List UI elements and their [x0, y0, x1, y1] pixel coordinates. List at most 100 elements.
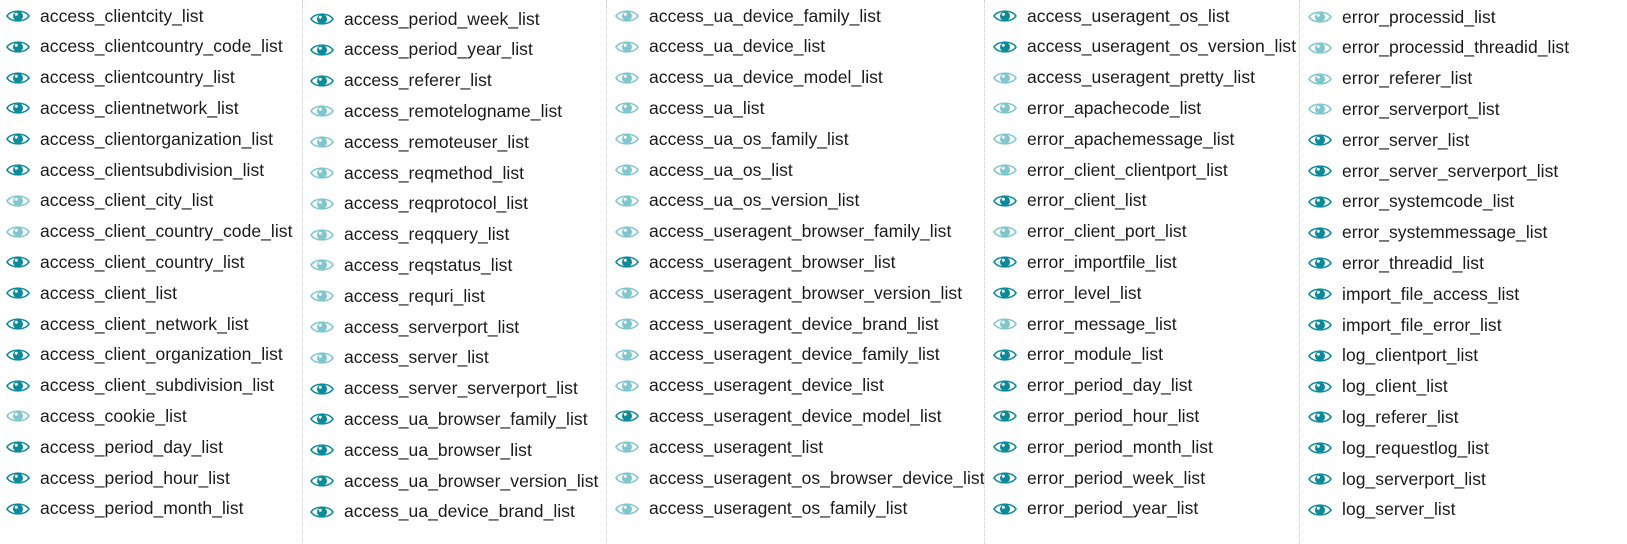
list-item[interactable]: access_ua_list [609, 94, 764, 122]
list-item-label: access_period_year_list [344, 39, 533, 60]
list-item[interactable]: access_server_serverport_list [304, 375, 578, 403]
list-item[interactable]: import_file_error_list [1302, 311, 1502, 339]
list-item[interactable]: access_period_day_list [0, 433, 223, 461]
list-item[interactable]: access_cookie_list [0, 402, 187, 430]
list-item[interactable]: log_requestlog_list [1302, 434, 1489, 462]
eye-icon [615, 164, 639, 176]
list-item[interactable]: error_client_clientport_list [987, 156, 1228, 184]
list-item[interactable]: access_client_list [0, 279, 177, 307]
list-item[interactable]: error_importfile_list [987, 248, 1177, 276]
eye-icon [993, 225, 1017, 238]
list-item[interactable]: access_period_month_list [0, 495, 244, 523]
list-item[interactable]: access_reqquery_list [304, 221, 509, 249]
list-item[interactable]: access_useragent_pretty_list [987, 64, 1255, 92]
list-item[interactable]: access_ua_device_list [609, 33, 825, 61]
list-item[interactable]: error_level_list [987, 279, 1142, 307]
list-item-label: access_client_network_list [40, 313, 249, 334]
list-item[interactable]: error_processid_list [1302, 3, 1496, 31]
list-item[interactable]: access_period_year_list [304, 36, 533, 64]
list-item[interactable]: error_period_hour_list [987, 402, 1199, 430]
list-item[interactable]: access_useragent_list [609, 433, 823, 461]
list-item[interactable]: access_reqmethod_list [304, 159, 524, 187]
list-item[interactable]: error_message_list [987, 310, 1177, 338]
list-item[interactable]: error_systemmessage_list [1302, 219, 1547, 247]
list-item-label: access_client_city_list [40, 190, 214, 211]
list-item[interactable]: access_client_subdivision_list [0, 372, 274, 400]
list-item[interactable]: log_serverport_list [1302, 465, 1486, 493]
list-item[interactable]: error_period_day_list [987, 372, 1192, 400]
list-item-label: error_processid_threadid_list [1342, 37, 1570, 58]
list-item[interactable]: access_server_list [304, 344, 489, 372]
list-item[interactable]: access_requri_list [304, 282, 485, 310]
list-item[interactable]: error_period_month_list [987, 433, 1213, 461]
list-item[interactable]: error_period_week_list [987, 464, 1205, 492]
list-item[interactable]: access_clientcountry_list [0, 64, 235, 92]
list-item[interactable]: access_serverport_list [304, 313, 519, 341]
list-item[interactable]: error_systemcode_list [1302, 188, 1514, 216]
list-item[interactable]: access_referer_list [304, 67, 492, 95]
list-item[interactable]: error_server_list [1302, 126, 1469, 154]
list-item[interactable]: access_ua_os_list [609, 156, 793, 184]
list-item-label: access_ua_device_list [649, 36, 826, 57]
list-item[interactable]: access_useragent_os_browser_device_list [609, 464, 985, 492]
list-item[interactable]: access_useragent_device_model_list [609, 402, 942, 430]
list-item[interactable]: access_reqprotocol_list [304, 190, 528, 218]
list-item[interactable]: error_apachemessage_list [987, 125, 1234, 153]
list-item[interactable]: error_client_list [987, 187, 1147, 215]
list-item[interactable]: access_period_week_list [304, 5, 540, 33]
list-item-label: access_requri_list [344, 285, 485, 306]
list-item-label: access_server_list [344, 347, 489, 368]
list-item[interactable]: access_client_city_list [0, 187, 213, 215]
list-item[interactable]: import_file_access_list [1302, 280, 1519, 308]
list-item[interactable]: access_period_hour_list [0, 464, 230, 492]
list-item[interactable]: error_referer_list [1302, 65, 1472, 93]
eye-icon [1308, 442, 1332, 454]
list-item[interactable]: access_ua_os_version_list [609, 187, 859, 215]
list-item[interactable]: log_clientport_list [1302, 342, 1478, 370]
list-item[interactable]: access_client_country_code_list [0, 218, 293, 246]
list-item[interactable]: access_reqstatus_list [304, 251, 512, 279]
list-item-label: log_server_list [1342, 499, 1456, 520]
list-item[interactable]: access_ua_device_brand_list [304, 498, 575, 526]
list-item-label: access_clientcountry_code_list [40, 36, 283, 57]
list-item[interactable]: access_clientcity_list [0, 2, 204, 30]
list-item[interactable]: access_client_organization_list [0, 341, 283, 369]
list-item[interactable]: access_remoteuser_list [304, 128, 529, 156]
eye-icon [6, 71, 30, 84]
list-item[interactable]: access_clientsubdivision_list [0, 156, 264, 184]
list-item[interactable]: access_client_country_list [0, 248, 245, 276]
list-item[interactable]: error_client_port_list [987, 218, 1187, 246]
list-item[interactable]: access_useragent_browser_family_list [609, 218, 951, 246]
list-item[interactable]: access_useragent_device_family_list [609, 341, 940, 369]
list-item[interactable]: error_module_list [987, 341, 1163, 369]
list-item-label: access_ua_os_family_list [649, 128, 849, 149]
list-item[interactable]: access_ua_browser_family_list [304, 405, 588, 433]
list-item[interactable]: access_ua_device_model_list [609, 64, 883, 92]
list-item[interactable]: log_client_list [1302, 373, 1448, 401]
list-item[interactable]: access_useragent_device_brand_list [609, 310, 939, 338]
list-item[interactable]: access_useragent_browser_version_list [609, 279, 962, 307]
list-item[interactable]: access_ua_browser_list [304, 436, 532, 464]
list-item[interactable]: access_useragent_os_list [987, 2, 1230, 30]
list-item-label: access_reqprotocol_list [344, 193, 529, 214]
list-item[interactable]: access_ua_os_family_list [609, 125, 849, 153]
list-item[interactable]: access_client_network_list [0, 310, 248, 338]
list-item[interactable]: log_server_list [1302, 496, 1456, 524]
list-item[interactable]: error_threadid_list [1302, 249, 1484, 277]
list-item[interactable]: access_useragent_device_list [609, 372, 884, 400]
list-item[interactable]: access_ua_browser_version_list [304, 467, 598, 495]
list-item[interactable]: error_server_serverport_list [1302, 157, 1558, 185]
list-item[interactable]: access_clientorganization_list [0, 125, 273, 153]
list-item[interactable]: access_useragent_os_version_list [987, 33, 1296, 61]
list-item[interactable]: access_ua_device_family_list [609, 2, 881, 30]
list-item[interactable]: access_clientnetwork_list [0, 94, 239, 122]
list-item[interactable]: access_useragent_os_family_list [609, 495, 907, 523]
list-item[interactable]: error_serverport_list [1302, 95, 1500, 123]
list-item[interactable]: error_period_year_list [987, 495, 1198, 523]
list-item[interactable]: log_referer_list [1302, 403, 1459, 431]
list-item[interactable]: error_apachecode_list [987, 94, 1201, 122]
list-item[interactable]: error_processid_threadid_list [1302, 34, 1569, 62]
list-item[interactable]: access_remotelogname_list [304, 97, 562, 125]
list-item[interactable]: access_clientcountry_code_list [0, 33, 283, 61]
list-item[interactable]: access_useragent_browser_list [609, 248, 896, 276]
